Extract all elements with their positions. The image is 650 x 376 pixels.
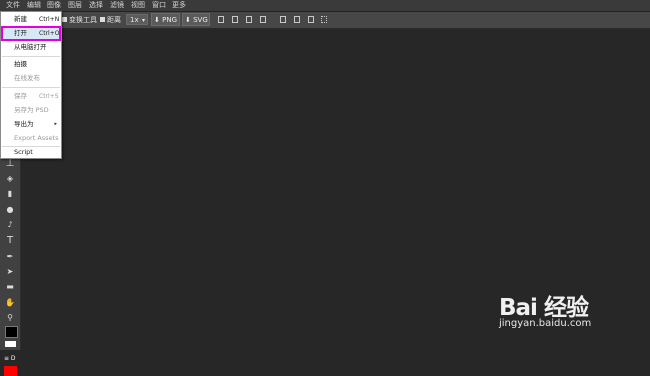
menu-item-label: 拍摄 — [14, 60, 27, 68]
distribute-v-icon[interactable] — [294, 16, 300, 23]
menu-item-open[interactable]: 打开 Ctrl+O — [1, 26, 61, 41]
background-color-swatch[interactable] — [5, 341, 16, 347]
transform-checkbox[interactable] — [62, 17, 67, 22]
menu-item-open-from-computer[interactable]: 从电脑打开 — [2, 41, 60, 54]
swap-colors-icon[interactable]: ≡ D — [4, 355, 16, 362]
zoom-tool-icon[interactable]: ⚲ — [4, 312, 16, 324]
align-left-icon[interactable] — [218, 16, 224, 23]
align-center-icon[interactable] — [232, 16, 238, 23]
options-toolbar: 变换工具 距离 1x ▾ ⬇ PNG ⬇ SVG — [0, 12, 650, 29]
menu-item-script[interactable]: Script — [2, 146, 60, 159]
baidu-jingyan-watermark: Bai 经验 jingyan.baidu.com — [497, 288, 647, 338]
menu-file[interactable]: 文件 — [6, 0, 20, 11]
menu-item-shortcut: Ctrl+S — [39, 93, 59, 100]
download-icon: ⬇ — [154, 16, 160, 24]
distance-checkbox[interactable] — [100, 17, 105, 22]
menu-select[interactable]: 选择 — [89, 0, 103, 11]
menu-item-new[interactable]: 新建 Ctrl+N — [2, 13, 60, 26]
export-png-button[interactable]: ⬇ PNG — [151, 13, 180, 26]
align-right-icon[interactable] — [246, 16, 252, 23]
menu-item-shortcut: Ctrl+N — [39, 16, 60, 23]
export-svg-button[interactable]: ⬇ SVG — [182, 13, 210, 26]
menu-window[interactable]: 窗口 — [152, 0, 166, 11]
menu-item-label: Export Assets — [14, 134, 59, 142]
distribute-center-icon[interactable] — [308, 16, 314, 23]
color-swatch-red[interactable] — [4, 366, 17, 376]
export-svg-label: SVG — [193, 16, 208, 24]
menu-item-publish-online: 在线发布 — [2, 72, 60, 85]
distribute-h-icon[interactable] — [280, 16, 286, 23]
blur-tool-icon[interactable]: ● — [4, 204, 16, 216]
menu-item-label: Script — [14, 148, 33, 156]
menu-layer[interactable]: 图层 — [68, 0, 82, 11]
export-png-label: PNG — [162, 16, 177, 24]
chevron-right-icon: ▸ — [54, 121, 57, 127]
transform-label: 变换工具 — [69, 16, 97, 24]
watermark-logo: Bai 经验 — [499, 295, 589, 321]
menu-item-export-assets: Export Assets — [2, 132, 60, 145]
scale-select[interactable]: 1x ▾ — [126, 14, 148, 25]
distribute-spacing-icon[interactable] — [321, 16, 327, 23]
foreground-color-swatch[interactable] — [5, 326, 18, 338]
menu-item-save-as-psd: 另存为 PSD — [2, 104, 60, 117]
menu-item-save: 保存 Ctrl+S — [2, 90, 60, 103]
dodge-tool-icon[interactable]: ♪ — [4, 219, 16, 231]
text-tool-icon[interactable]: T — [4, 235, 16, 247]
stamp-tool-icon[interactable]: ⊥ — [4, 158, 16, 170]
menu-item-label: 在线发布 — [14, 74, 40, 82]
menu-item-shortcut: Ctrl+O — [39, 30, 60, 37]
menu-item-label: 保存 — [14, 92, 27, 100]
distance-label: 距离 — [107, 16, 121, 24]
shape-tool-icon[interactable]: ▬ — [4, 281, 16, 293]
menu-item-label: 导出为 — [14, 120, 34, 128]
chevron-down-icon: ▾ — [141, 17, 145, 24]
menu-edit[interactable]: 编辑 — [27, 0, 41, 11]
menu-bar: 文件 编辑 图像 图层 选择 滤镜 视图 窗口 更多 — [0, 0, 650, 12]
menu-separator — [2, 56, 60, 57]
path-select-tool-icon[interactable]: ➤ — [4, 266, 16, 278]
menu-item-label: 从电脑打开 — [14, 43, 47, 51]
menu-filter[interactable]: 滤镜 — [110, 0, 124, 11]
menu-item-capture[interactable]: 拍摄 — [2, 58, 60, 71]
eraser-tool-icon[interactable]: ◈ — [4, 173, 16, 185]
menu-view[interactable]: 视图 — [131, 0, 145, 11]
menu-more[interactable]: 更多 — [172, 0, 186, 11]
scale-value: 1x — [130, 16, 139, 24]
menu-item-label: 新建 — [14, 15, 27, 23]
align-top-icon[interactable] — [260, 16, 266, 23]
file-menu-dropdown: 新建 Ctrl+N 打开 Ctrl+O 从电脑打开 拍摄 在线发布 保存 Ctr… — [0, 11, 62, 159]
pen-tool-icon[interactable]: ✒ — [4, 251, 16, 263]
gradient-tool-icon[interactable]: ▮ — [4, 188, 16, 200]
menu-item-export-as[interactable]: 导出为 ▸ — [2, 118, 60, 131]
watermark-url: jingyan.baidu.com — [499, 318, 592, 329]
download-icon: ⬇ — [185, 16, 191, 24]
menu-item-label: 另存为 PSD — [14, 106, 49, 114]
menu-image[interactable]: 图像 — [47, 0, 61, 11]
menu-separator — [2, 87, 60, 88]
hand-tool-icon[interactable]: ✋ — [4, 297, 16, 309]
menu-item-label: 打开 — [14, 29, 27, 37]
